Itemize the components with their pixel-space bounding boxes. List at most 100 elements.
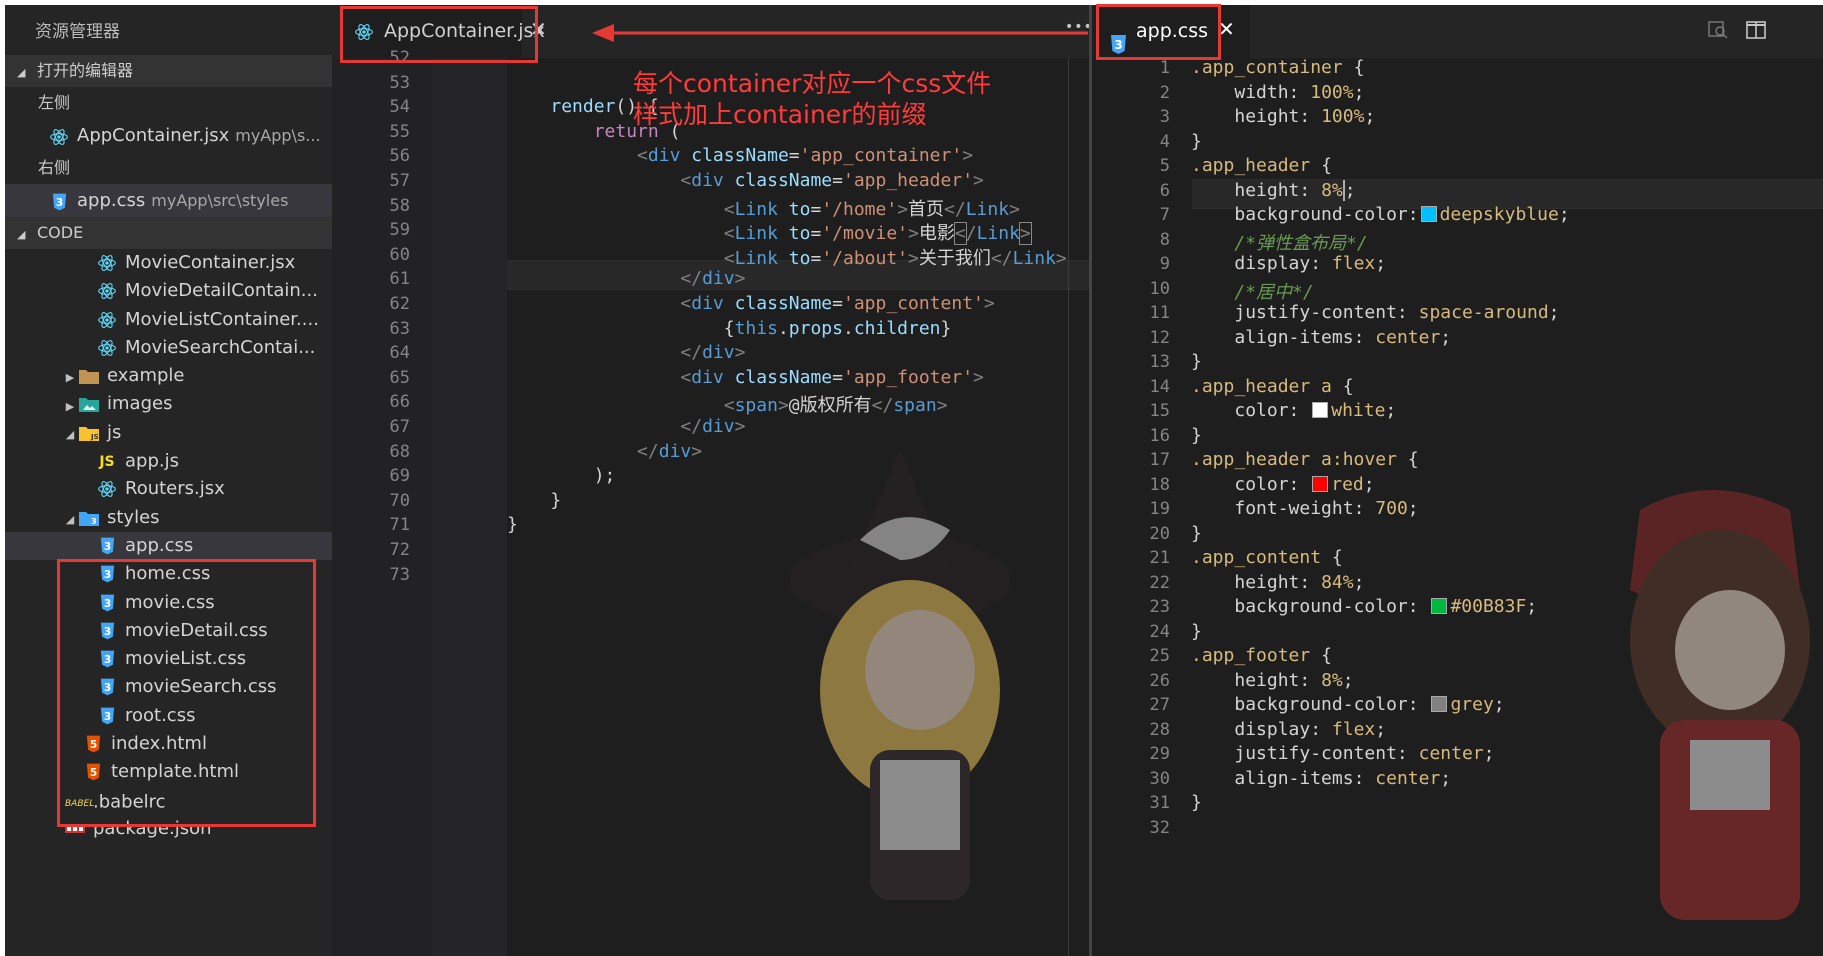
code-line: <Link to='/about'>关于我们</Link> xyxy=(723,247,1067,269)
svg-text:3: 3 xyxy=(55,196,62,208)
line-number: 72 xyxy=(389,540,410,560)
line-number: 29 xyxy=(1149,744,1170,764)
line-number: 31 xyxy=(1149,793,1170,813)
line-number: 2 xyxy=(1159,82,1170,103)
react-icon xyxy=(97,475,117,503)
line-number: 7 xyxy=(1159,205,1170,225)
open-editors-label: 打开的编辑器 xyxy=(37,61,134,80)
open-editor-item-appcontainer-jsx[interactable]: AppContainer.jsx myApp\s... xyxy=(5,119,332,152)
code-line: height: 84%; xyxy=(1234,571,1365,593)
code-line: display: flex; xyxy=(1234,253,1387,274)
line-number: 58 xyxy=(389,195,410,216)
code-line: </div> xyxy=(680,268,746,290)
code-line: <div className='app_footer'> xyxy=(680,366,984,388)
code-line: } xyxy=(1191,620,1202,642)
react-icon xyxy=(97,249,117,277)
code-line: /*居中*/ xyxy=(1234,281,1314,303)
react-icon xyxy=(97,306,117,334)
tree-item-movielistcontainer[interactable]: MovieListContainer.... xyxy=(5,306,332,334)
js-folder-icon: JS xyxy=(79,419,99,447)
code-line: <div className='app_header'> xyxy=(680,170,984,191)
code-line: color: white; xyxy=(1234,400,1397,421)
tree-item-app-css[interactable]: 3 app.css xyxy=(5,531,332,561)
open-preview-icon[interactable] xyxy=(1707,19,1729,45)
folder-icon xyxy=(79,362,99,390)
line-number: 14 xyxy=(1149,376,1170,397)
file-name: app.css xyxy=(125,535,194,557)
file-name: styles xyxy=(107,506,160,528)
line-number: 4 xyxy=(1159,131,1170,152)
tree-item-moviesearchcontai[interactable]: MovieSearchContai... xyxy=(5,334,332,362)
code-line: align-items: center; xyxy=(1234,767,1452,789)
code-line: } xyxy=(1191,424,1202,446)
code-line: <Link to='/movie'>电影</Link> xyxy=(723,222,1032,246)
code-line: <div className='app_content'> xyxy=(680,293,995,314)
code-line: } xyxy=(507,514,518,536)
tree-item-app-js[interactable]: JS app.js xyxy=(5,447,332,475)
line-number: 64 xyxy=(389,343,410,364)
svg-text:3: 3 xyxy=(103,541,110,553)
collapse-arrow-icon: ◢ xyxy=(17,228,26,241)
line-number: 16 xyxy=(1149,425,1170,446)
code-line: height: 8%; xyxy=(1234,669,1354,691)
line-number: 23 xyxy=(1149,597,1170,617)
line-number: 26 xyxy=(1149,670,1170,691)
file-name: MovieListContainer.... xyxy=(125,308,319,330)
split-editor-icon[interactable] xyxy=(1745,19,1767,45)
editor-group-label: 右侧 xyxy=(38,158,71,177)
code-line: <span>@版权所有</span> xyxy=(723,395,948,417)
code-line: </div> xyxy=(680,342,746,364)
line-number: 66 xyxy=(389,392,410,413)
annotation-text: 每个container对应一个css文件 样式加上container的前缀 xyxy=(633,68,993,130)
css-folder-icon: 3 xyxy=(79,504,99,532)
code-line: font-weight: 700; xyxy=(1234,498,1419,519)
line-number: 73 xyxy=(389,564,410,585)
tree-item-moviecontainer-jsx[interactable]: MovieContainer.jsx xyxy=(5,249,332,277)
line-number: 53 xyxy=(389,72,410,93)
code-line: } xyxy=(1191,351,1202,372)
line-number: 61 xyxy=(389,269,410,290)
code-line: ); xyxy=(593,465,616,487)
code-section-header[interactable]: ◢ CODE xyxy=(5,217,332,249)
svg-text:JS: JS xyxy=(90,433,99,441)
line-number: 71 xyxy=(389,515,410,536)
code-line: } xyxy=(550,489,562,511)
open-editors-section-header[interactable]: ◢ 打开的编辑器 xyxy=(5,55,332,87)
annotation-line-2: 样式加上container的前缀 xyxy=(633,100,927,129)
file-name: MovieDetailContain... xyxy=(125,280,318,302)
tree-item-styles[interactable]: ◢ 3 styles xyxy=(5,504,332,532)
tree-item-js[interactable]: ◢ JS js xyxy=(5,419,332,447)
css-icon: 3 xyxy=(49,185,69,218)
tree-item-example[interactable]: ▶ example xyxy=(5,362,332,390)
line-number: 9 xyxy=(1159,254,1170,274)
file-name: js xyxy=(107,421,122,443)
file-name: MovieContainer.jsx xyxy=(125,252,296,274)
highlight-box-right-tab xyxy=(1096,4,1221,60)
tree-item-routers-jsx[interactable]: Routers.jsx xyxy=(5,475,332,503)
line-number: 60 xyxy=(389,244,410,265)
line-number: 55 xyxy=(389,121,410,142)
line-number: 69 xyxy=(389,466,410,487)
open-editor-item-app-css[interactable]: 3 app.css myApp\src\styles xyxy=(5,184,332,217)
code-line: .app_content { xyxy=(1191,547,1343,568)
tree-item-moviedetailcontain[interactable]: MovieDetailContain... xyxy=(5,277,332,305)
line-number: 21 xyxy=(1149,548,1170,568)
file-name: app.js xyxy=(125,450,179,472)
js-icon: JS xyxy=(99,454,115,471)
line-number: 5 xyxy=(1159,156,1170,176)
code-line: display: flex; xyxy=(1234,718,1387,740)
react-icon xyxy=(97,277,117,305)
code-line: background-color: #00B83F; xyxy=(1234,596,1538,617)
code-line: width: 100%; xyxy=(1234,81,1365,103)
code-line: color: red; xyxy=(1234,473,1375,495)
code-line: } xyxy=(1191,130,1202,152)
line-number: 3 xyxy=(1159,107,1170,127)
line-number: 54 xyxy=(389,97,410,118)
code-line: height: 100%; xyxy=(1234,106,1376,127)
line-number: 24 xyxy=(1149,621,1170,642)
code-line: background-color: deepskyblue; xyxy=(1234,204,1570,225)
code-line: <div className='app_container'> xyxy=(637,145,974,167)
file-path: myApp\s... xyxy=(235,126,321,145)
tree-item-images[interactable]: ▶ images xyxy=(5,390,332,418)
line-number: 19 xyxy=(1149,499,1170,519)
